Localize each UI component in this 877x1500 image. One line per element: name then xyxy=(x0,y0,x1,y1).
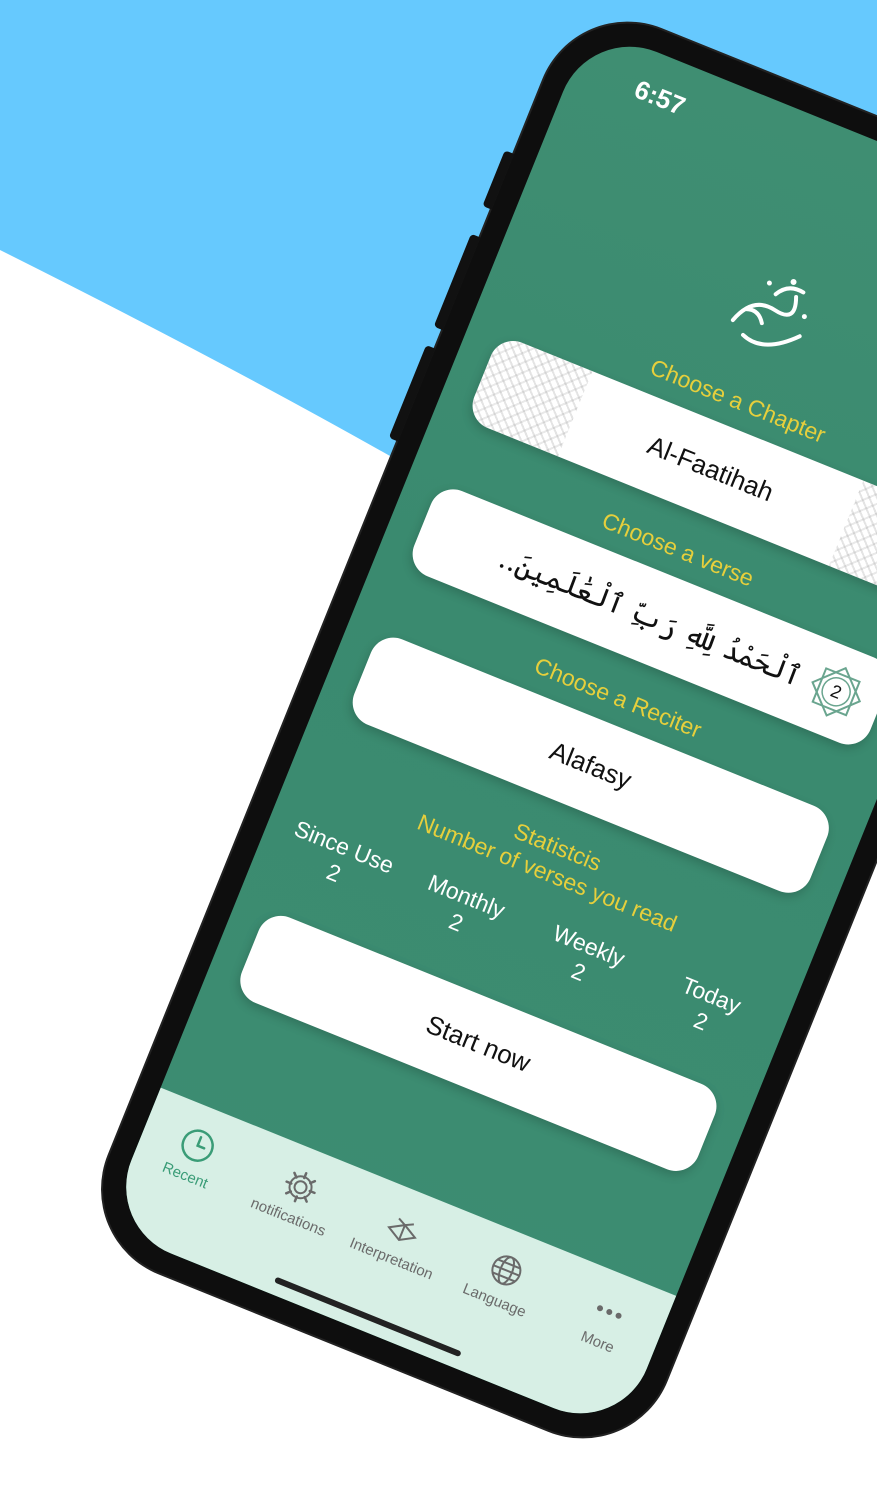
chapter-value: Al-Faatihah xyxy=(643,429,779,507)
arabic-calligraphy-logo xyxy=(730,279,807,347)
tab-interpretation[interactable]: Interpretation xyxy=(342,1193,457,1285)
tab-language[interactable]: Language xyxy=(445,1235,560,1327)
stat-today: Today 2 xyxy=(640,960,772,1057)
stat-since-use: Since Use 2 xyxy=(273,811,405,908)
quran-book-icon xyxy=(387,1217,417,1242)
reciter-value: Alafasy xyxy=(545,734,637,795)
more-dots-icon xyxy=(597,1305,622,1319)
gear-icon xyxy=(284,1171,316,1203)
tab-more[interactable]: More xyxy=(548,1277,663,1369)
chapter-ornament-left xyxy=(465,333,593,457)
status-bar-time: 6:57 xyxy=(630,73,690,122)
tab-notifications[interactable]: notifications xyxy=(239,1152,354,1244)
globe-icon xyxy=(491,1255,522,1286)
start-now-label: Start now xyxy=(422,1008,536,1078)
clock-icon xyxy=(181,1129,214,1162)
stat-weekly: Weekly 2 xyxy=(518,910,650,1007)
chapter-ornament-right xyxy=(828,480,877,604)
start-now-button[interactable]: Start now xyxy=(233,908,724,1179)
stat-monthly: Monthly 2 xyxy=(395,861,527,958)
tab-recent[interactable]: Recent xyxy=(136,1110,251,1202)
